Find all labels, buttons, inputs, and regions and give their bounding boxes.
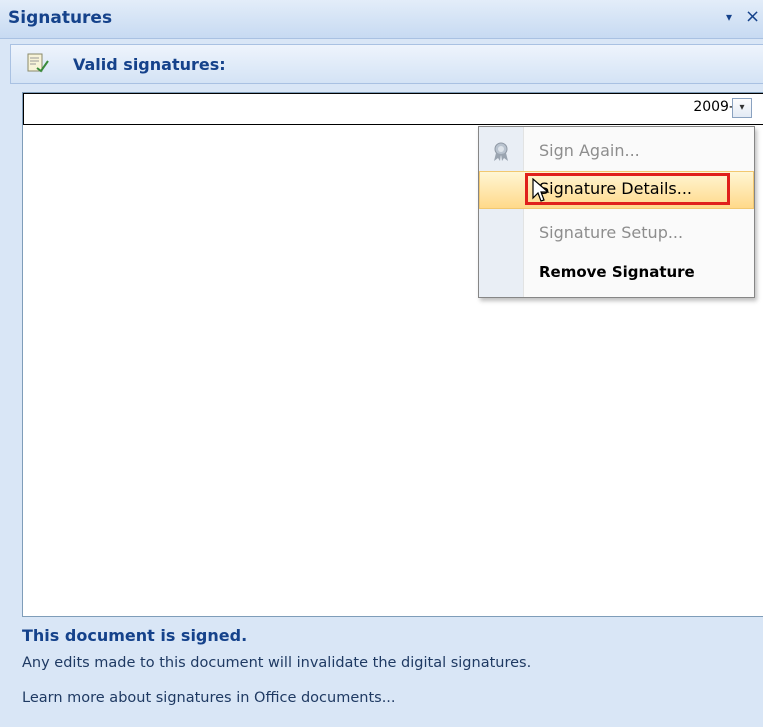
pane-titlebar: Signatures ▾ ×: [0, 0, 763, 39]
menu-item-label: Signature Details...: [539, 179, 692, 198]
signatures-pane: Signatures ▾ × Valid signatures: 2009- ▾: [0, 0, 763, 727]
menu-item-label: Remove Signature: [539, 263, 695, 281]
menu-item-remove-signature[interactable]: Remove Signature: [479, 253, 754, 291]
signature-context-menu: Sign Again... Signature Details... Signa…: [478, 126, 755, 298]
menu-item-sign-again[interactable]: Sign Again...: [479, 133, 754, 171]
menu-item-label: Sign Again...: [539, 141, 640, 160]
signed-status: This document is signed.: [22, 626, 248, 645]
close-icon[interactable]: ×: [745, 6, 760, 27]
section-title: Valid signatures:: [73, 55, 226, 74]
menu-item-signature-details[interactable]: Signature Details...: [479, 171, 754, 209]
signature-date: 2009-: [693, 99, 734, 115]
learn-more-link[interactable]: Learn more about signatures in Office do…: [22, 690, 396, 706]
pane-options-dropdown-icon[interactable]: ▾: [726, 10, 732, 24]
pane-title: Signatures: [8, 8, 113, 28]
signature-row[interactable]: 2009- ▾: [23, 93, 763, 125]
chevron-down-icon[interactable]: ▾: [732, 98, 752, 118]
mouse-pointer-icon: [532, 177, 550, 208]
menu-item-label: Signature Setup...: [539, 223, 684, 242]
signature-list-icon: [27, 53, 49, 77]
menu-item-signature-setup[interactable]: Signature Setup...: [479, 215, 754, 253]
signature-warning: Any edits made to this document will inv…: [22, 655, 532, 671]
seal-icon: [491, 142, 511, 166]
valid-signatures-header: Valid signatures:: [10, 44, 763, 84]
